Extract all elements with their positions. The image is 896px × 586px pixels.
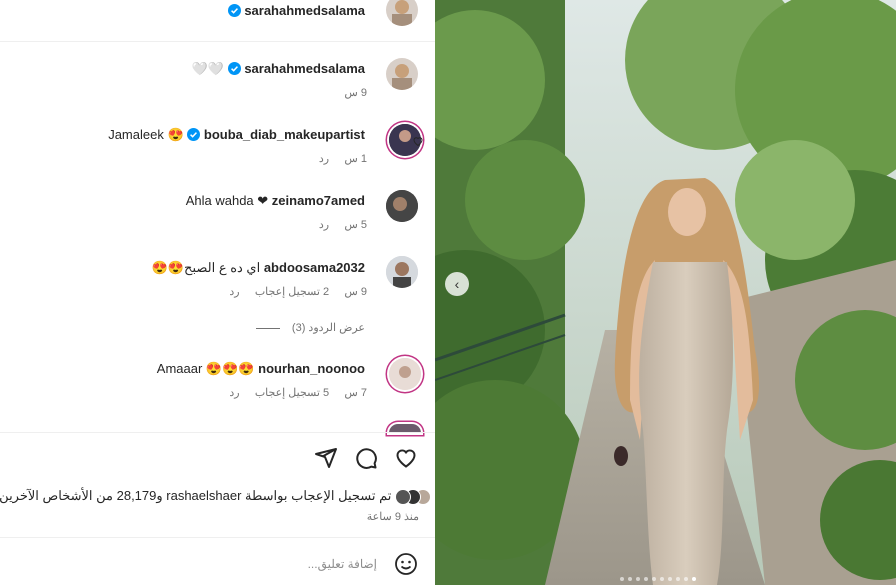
post-comments-panel: sarahahmedsalama 🤍🤍 sarahahmedsalama 9 س… (0, 0, 435, 585)
share-icon[interactable] (314, 446, 338, 475)
likes-summary[interactable]: تم تسجيل الإعجاب بواسطة rashaelshaer و28… (0, 488, 431, 505)
add-comment-input[interactable]: إضافة تعليق... (308, 557, 377, 571)
carousel-dot-active (692, 577, 696, 581)
comment-likes[interactable]: 2 تسجيل إعجاب (255, 286, 329, 298)
comment-username[interactable]: bouba_diab_makeupartist (204, 127, 365, 142)
carousel-dot (636, 577, 640, 581)
comment-avatar[interactable] (389, 358, 421, 390)
carousel-dot (660, 577, 664, 581)
carousel-dot (644, 577, 648, 581)
like-icon[interactable] (394, 446, 418, 475)
view-replies[interactable]: عرض الردود (3) (255, 321, 365, 334)
comment-item: اي ده ع الصبح😍😍 abdoosama2032 (152, 260, 365, 276)
verified-icon (227, 4, 241, 20)
comment-meta: 9 س (344, 86, 367, 99)
comment-item: Ahla wahda ❤ zeinamo7amed (186, 193, 365, 209)
replies-line (255, 327, 280, 329)
like-comment-icon[interactable] (412, 134, 424, 147)
author-username[interactable]: sarahahmedsalama (244, 3, 365, 18)
divider (0, 537, 435, 538)
comment-username[interactable]: nourhan_noonoo (258, 361, 365, 376)
carousel-dot (652, 577, 656, 581)
comment-icon[interactable] (354, 446, 378, 475)
verified-icon (187, 128, 201, 144)
reply-button[interactable]: رد (319, 153, 329, 165)
comment-item: Amaaar 😍😍😍 nourhan_noonoo (157, 361, 365, 377)
reply-button[interactable]: رد (229, 387, 239, 399)
carousel-dot (684, 577, 688, 581)
liker-avatars (395, 488, 431, 505)
comment-time[interactable]: 9 س (344, 286, 367, 298)
carousel-dots (618, 568, 698, 586)
divider (0, 432, 435, 433)
comment-likes[interactable]: 5 تسجيل إعجاب (255, 387, 329, 399)
comment-text: Ahla wahda ❤ (185, 193, 269, 208)
reply-button[interactable]: رد (319, 219, 329, 231)
comment-username[interactable]: zeinamo7amed (272, 193, 365, 208)
comment-meta: 1 س رد (319, 152, 367, 165)
previous-photo-button[interactable]: ‹ (445, 272, 469, 296)
likes-text[interactable]: تم تسجيل الإعجاب بواسطة rashaelshaer و28… (0, 488, 391, 503)
comment-text: 🤍🤍 (191, 61, 225, 76)
comment-avatar[interactable] (386, 256, 418, 288)
carousel-dot (620, 577, 624, 581)
liker-avatar (395, 488, 411, 505)
verified-icon (227, 62, 241, 78)
view-replies-label[interactable]: عرض الردود (3) (292, 322, 365, 334)
post-photo (435, 0, 896, 585)
comment-item: Jamaleek 😍 bouba_diab_makeupartist (108, 127, 365, 144)
post-header: sarahahmedsalama (0, 0, 435, 42)
comment-meta: 5 س رد (319, 218, 367, 231)
carousel-dot (676, 577, 680, 581)
comment-avatar[interactable] (386, 190, 418, 222)
carousel-dot (668, 577, 672, 581)
carousel-dot (628, 577, 632, 581)
comment-text: اي ده ع الصبح😍😍 (151, 260, 261, 275)
post-time[interactable]: منذ 9 ساعة (367, 510, 419, 523)
comment-avatar[interactable] (386, 58, 418, 90)
comment-meta: 9 س 2 تسجيل إعجاب رد (229, 285, 367, 298)
comment-item: 🤍🤍 sarahahmedsalama (192, 61, 365, 78)
comment-time[interactable]: 9 س (344, 87, 367, 99)
comment-username[interactable]: sarahahmedsalama (244, 61, 365, 76)
comment-time[interactable]: 7 س (344, 387, 367, 399)
comment-time[interactable]: 1 س (344, 153, 367, 165)
comment-username[interactable]: abdoosama2032 (264, 260, 365, 275)
emoji-icon[interactable] (394, 552, 418, 581)
author-avatar[interactable] (386, 0, 418, 26)
comment-time[interactable]: 5 س (344, 219, 367, 231)
reply-button[interactable]: رد (229, 286, 239, 298)
comment-text: Jamaleek 😍 (108, 127, 184, 142)
comment-meta: 7 س 5 تسجيل إعجاب رد (229, 386, 367, 399)
comment-text: Amaaar 😍😍😍 (156, 361, 255, 376)
